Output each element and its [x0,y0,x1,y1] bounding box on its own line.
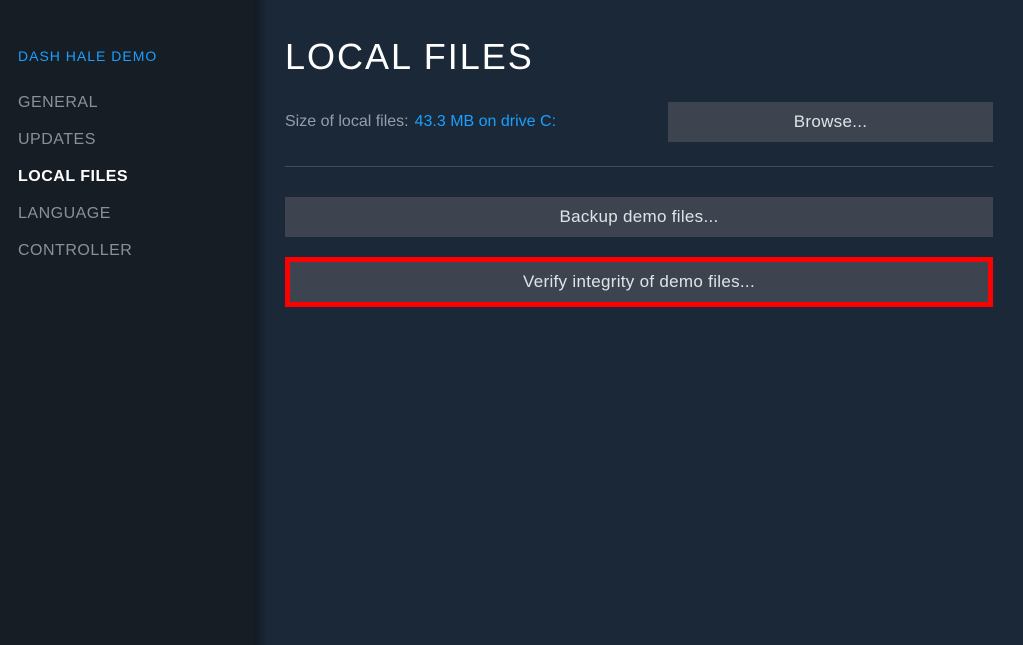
verify-button[interactable]: Verify integrity of demo files... [290,262,988,302]
main-panel: LOCAL FILES Size of local files: 43.3 MB… [255,0,1023,645]
browse-button[interactable]: Browse... [668,102,993,142]
sidebar-item-language[interactable]: LANGUAGE [18,205,237,223]
divider [285,166,993,167]
verify-highlight: Verify integrity of demo files... [285,257,993,307]
size-value: 43.3 MB on drive C: [415,113,556,131]
sidebar-item-general[interactable]: GENERAL [18,94,237,112]
backup-button[interactable]: Backup demo files... [285,197,993,237]
size-label: Size of local files: [285,113,409,131]
game-title: DASH HALE DEMO [18,48,237,64]
sidebar-item-local-files[interactable]: LOCAL FILES [18,168,237,186]
sidebar-item-updates[interactable]: UPDATES [18,131,237,149]
sidebar: DASH HALE DEMO GENERAL UPDATES LOCAL FIL… [0,0,255,645]
size-row: Size of local files: 43.3 MB on drive C:… [285,102,993,142]
sidebar-item-controller[interactable]: CONTROLLER [18,242,237,260]
page-title: LOCAL FILES [285,36,993,78]
